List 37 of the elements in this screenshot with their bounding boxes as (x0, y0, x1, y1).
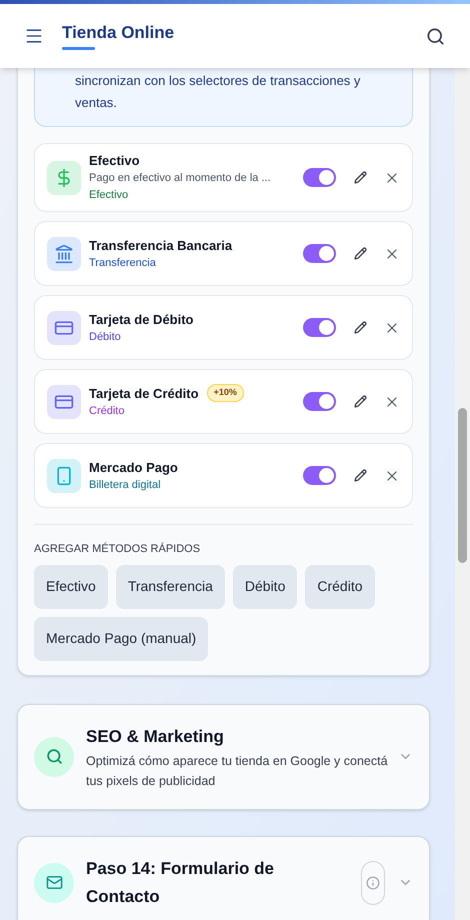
method-type: Crédito (89, 404, 126, 419)
method-type: Débito (89, 330, 122, 344)
mail-icon (46, 874, 62, 891)
toggle-switch[interactable] (303, 466, 336, 485)
method-type: Transferencia (89, 256, 157, 270)
app-title: Tienda Online (62, 22, 174, 44)
method-name: Tarjeta de Crédito (89, 384, 199, 402)
toggle-switch[interactable] (303, 168, 336, 187)
quick-add-label: AGREGAR MÉTODOS RÁPIDOS (34, 542, 202, 557)
search-icon (46, 748, 62, 765)
section-title: SEO & Marketing (86, 726, 225, 748)
method-type: Billetera digital (89, 478, 162, 492)
edit-button[interactable] (352, 468, 368, 484)
toggle-switch[interactable] (303, 392, 336, 411)
surcharge-badge: +10% (206, 384, 244, 402)
edit-button[interactable] (352, 246, 368, 262)
toggle-switch[interactable] (303, 244, 336, 263)
edit-button[interactable] (352, 320, 368, 336)
method-name: Mercado Pago (89, 458, 178, 476)
quick-add-button[interactable]: Mercado Pago (manual) (34, 616, 208, 660)
method-description: Pago en efectivo al momento de la ... (89, 171, 272, 186)
quick-add-button[interactable]: Crédito (305, 564, 374, 608)
quick-add-button[interactable]: Transferencia (116, 564, 225, 608)
toggle-switch[interactable] (303, 318, 336, 337)
edit-button[interactable] (352, 170, 368, 186)
scrollbar[interactable] (455, 68, 470, 920)
info-icon (366, 876, 380, 890)
method-type: Efectivo (89, 188, 130, 203)
section-title: Paso 14: Formulario de Contacto (86, 858, 275, 908)
quick-add-button[interactable]: Débito (232, 564, 298, 608)
edit-button[interactable] (352, 394, 368, 410)
method-name: Tarjeta de Débito (89, 310, 194, 328)
method-name: Efectivo (89, 152, 140, 169)
section-description: Optimizá cómo aparece tu tienda en Google y conectá tus pixels de publicidad (86, 752, 389, 790)
bank-icon (54, 244, 74, 264)
quick-add-button[interactable]: Efectivo (34, 564, 108, 608)
method-name: Transferencia Bancaria (89, 236, 232, 254)
